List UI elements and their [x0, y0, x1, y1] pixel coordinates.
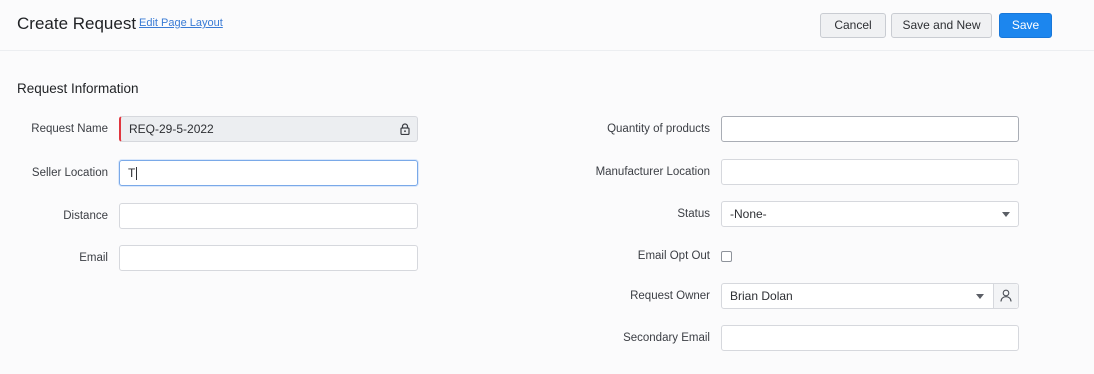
distance-label: Distance	[63, 210, 108, 222]
email-opt-out-label: Email Opt Out	[637, 250, 710, 262]
email-opt-out-checkbox[interactable]	[721, 251, 732, 262]
save-button[interactable]: Save	[999, 13, 1052, 38]
email-label: Email	[79, 252, 108, 264]
status-select[interactable]: -None-	[721, 201, 1019, 227]
save-and-new-button[interactable]: Save and New	[891, 13, 992, 38]
request-name-value: REQ-29-5-2022	[129, 122, 214, 136]
user-lookup-button[interactable]	[993, 284, 1018, 308]
seller-location-label: Seller Location	[31, 167, 108, 179]
email-input[interactable]	[119, 245, 418, 271]
request-owner-label: Request Owner	[630, 290, 710, 302]
request-owner-value: Brian Dolan	[730, 289, 793, 303]
request-name-field: REQ-29-5-2022	[119, 116, 418, 142]
cancel-button[interactable]: Cancel	[820, 13, 886, 38]
edit-page-layout-link[interactable]: Edit Page Layout	[139, 17, 223, 29]
manufacturer-location-label: Manufacturer Location	[595, 166, 710, 178]
quantity-input[interactable]	[721, 116, 1019, 142]
status-label: Status	[677, 208, 710, 220]
secondary-email-input[interactable]	[721, 325, 1019, 351]
request-name-label: Request Name	[31, 123, 108, 135]
page-header: Create Request Edit Page Layout Cancel S…	[0, 0, 1094, 51]
status-value: -None-	[730, 207, 767, 221]
secondary-email-label: Secondary Email	[623, 332, 710, 344]
section-title: Request Information	[17, 81, 139, 96]
page-title: Create Request	[17, 14, 137, 33]
chevron-down-icon	[976, 294, 984, 299]
quantity-label: Quantity of products	[607, 123, 710, 135]
lock-icon	[400, 123, 410, 135]
seller-location-value: T	[128, 166, 136, 180]
manufacturer-location-input[interactable]	[721, 159, 1019, 185]
user-lookup-icon	[1000, 289, 1012, 302]
seller-location-input[interactable]: T	[119, 160, 418, 186]
chevron-down-icon	[1002, 212, 1010, 217]
text-cursor	[136, 167, 138, 181]
distance-input[interactable]	[119, 203, 418, 229]
request-owner-select[interactable]: Brian Dolan	[721, 283, 1019, 309]
